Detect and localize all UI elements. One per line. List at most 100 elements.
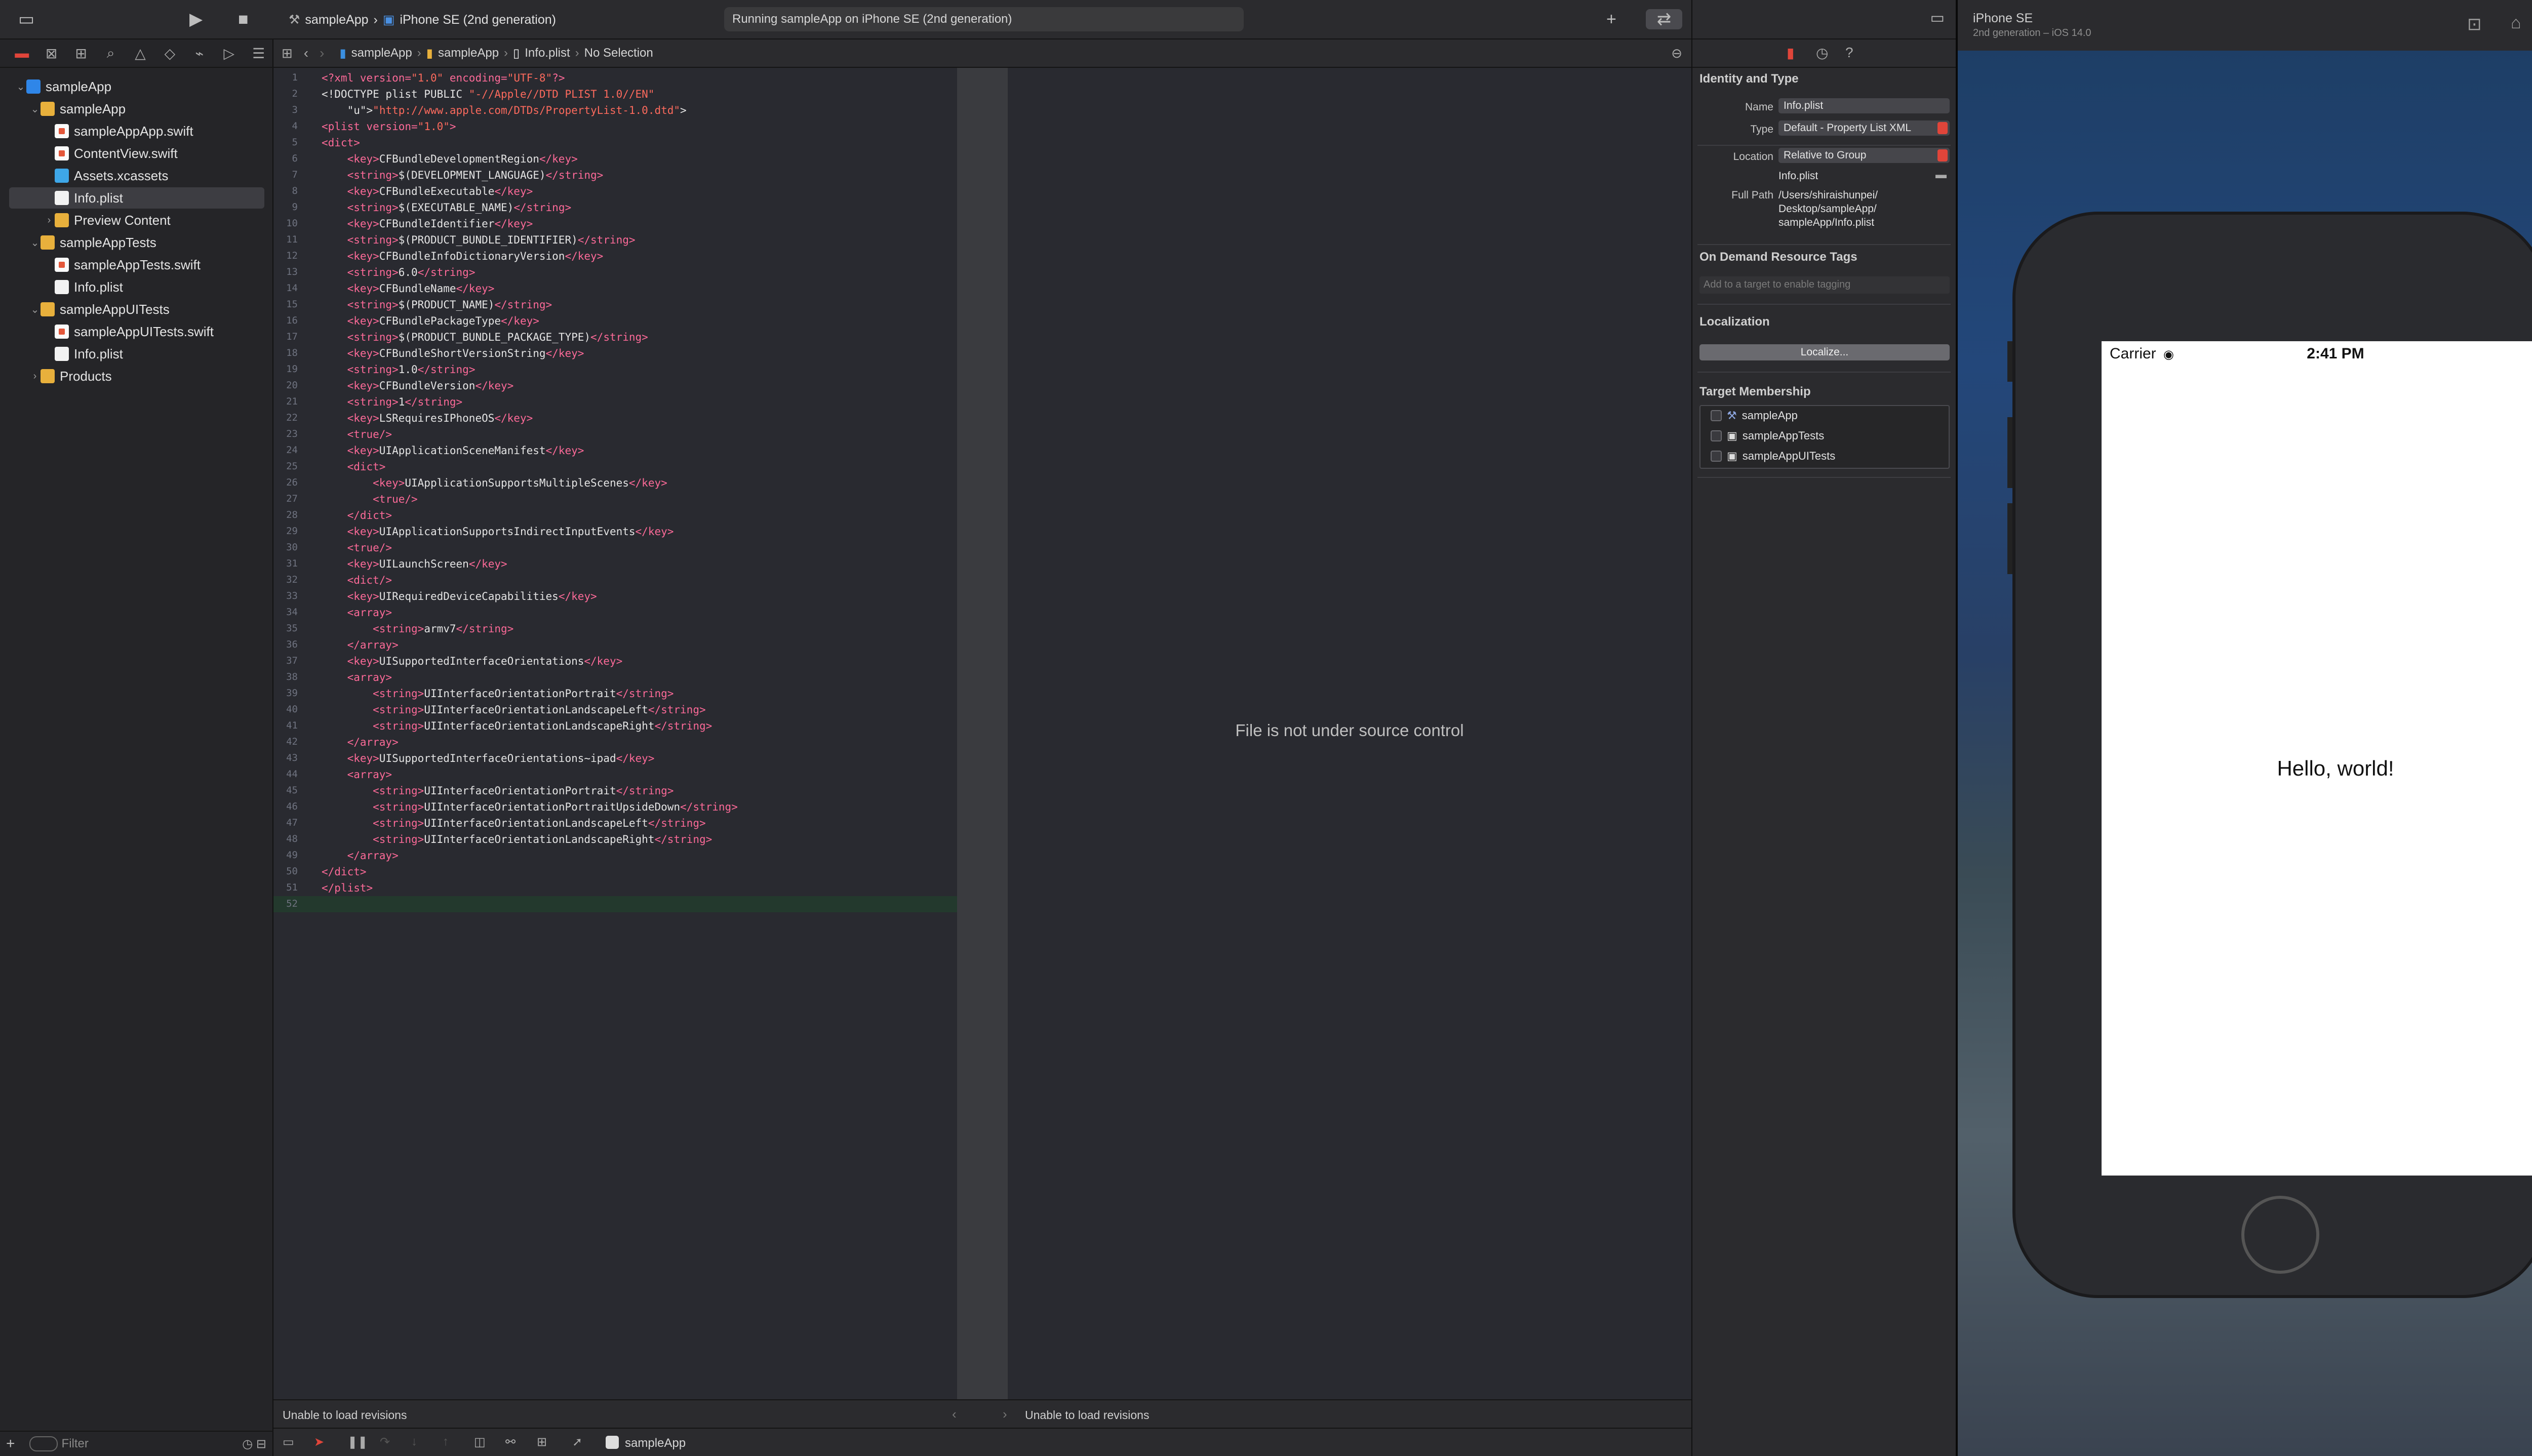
home-icon[interactable]: ⌂ <box>2511 13 2521 33</box>
code-line[interactable]: <string>UIInterfaceOrientationPortraitUp… <box>322 801 738 813</box>
chevron-right-icon[interactable]: › <box>44 215 55 226</box>
code-line[interactable]: <array> <box>322 671 392 683</box>
tree-item[interactable]: › Products <box>0 366 273 387</box>
code-line[interactable]: <key>UISupportedInterfaceOrientations~ip… <box>322 752 655 764</box>
code-line[interactable]: <string>UIInterfaceOrientationPortrait</… <box>322 785 674 797</box>
code-line[interactable]: <array> <box>322 769 392 781</box>
step-over-icon[interactable]: ↷ <box>380 1435 390 1449</box>
chevron-right-icon[interactable]: › <box>29 371 41 382</box>
step-out-icon[interactable]: ↑ <box>443 1435 449 1449</box>
tree-item[interactable]: Info.plist <box>0 276 273 298</box>
debug-icon[interactable]: ⌁ <box>185 45 214 62</box>
code-line[interactable]: <key>UISupportedInterfaceOrientations</k… <box>322 655 623 667</box>
localize-button[interactable]: Localize... <box>1699 344 1950 360</box>
screenshot-icon[interactable]: ⊡ <box>2467 14 2482 34</box>
tree-item[interactable]: ⌄ sampleAppUITests <box>0 299 273 320</box>
tree-item[interactable]: sampleAppApp.swift <box>0 120 273 142</box>
breakpoints-toggle-icon[interactable]: ➤ <box>314 1435 324 1449</box>
recent-files-icon[interactable]: ◷ ⊟ <box>242 1437 266 1451</box>
hide-debug-area-icon[interactable]: ▭ <box>283 1435 294 1449</box>
code-line[interactable]: <true/> <box>322 428 392 440</box>
code-line[interactable]: <dict> <box>322 461 386 473</box>
filter-input[interactable]: Filter <box>62 1437 89 1451</box>
code-line[interactable]: <string>UIInterfaceOrientationLandscapeL… <box>322 704 705 716</box>
code-line[interactable]: <key>UILaunchScreen</key> <box>322 558 507 570</box>
breadcrumb-group[interactable]: sampleApp <box>438 46 499 60</box>
code-line[interactable]: <string>$(EXECUTABLE_NAME)</string> <box>322 201 572 214</box>
code-review-icon[interactable]: ⇄ <box>1646 9 1682 29</box>
breakpoint-icon[interactable]: ▷ <box>214 45 244 62</box>
code-line[interactable]: <key>UIApplicationSupportsMultipleScenes… <box>322 477 667 489</box>
tree-item[interactable]: Info.plist <box>9 187 264 209</box>
tree-item[interactable]: ⌄ sampleAppTests <box>0 232 273 253</box>
folder-icon[interactable]: ▬ <box>7 45 36 61</box>
stop-button[interactable]: ■ <box>238 9 249 29</box>
search-icon[interactable]: ⌕ <box>96 45 125 62</box>
code-line[interactable]: <string>UIInterfaceOrientationPortrait</… <box>322 687 674 700</box>
memory-graph-icon[interactable]: ⚯ <box>505 1435 516 1449</box>
symbol-icon[interactable]: ⊞ <box>66 45 96 62</box>
tree-item[interactable]: sampleAppUITests.swift <box>0 321 273 342</box>
previous-revision-icon[interactable]: ‹ <box>952 1406 957 1422</box>
target-row[interactable]: ▣ sampleAppUITests <box>1711 450 1835 463</box>
code-line[interactable]: <key>CFBundleShortVersionString</key> <box>322 347 584 359</box>
code-line[interactable]: <string>6.0</string> <box>322 266 476 278</box>
type-select[interactable]: Default - Property List XML <box>1778 120 1950 136</box>
code-line[interactable]: <string>1.0</string> <box>322 363 476 376</box>
inspector-toggle-icon[interactable]: ▭ <box>1930 9 1945 27</box>
code-line[interactable]: <dict/> <box>322 574 392 586</box>
code-line[interactable]: <string>UIInterfaceOrientationLandscapeR… <box>322 833 712 845</box>
pause-icon[interactable]: ❚❚ <box>347 1435 368 1449</box>
help-icon[interactable]: ? <box>1845 45 1853 61</box>
target-row[interactable]: ⚒ sampleApp <box>1711 409 1798 422</box>
code-line[interactable]: </plist> <box>322 882 373 894</box>
chevron-down-icon[interactable]: ⌄ <box>15 80 26 93</box>
tree-item[interactable]: Assets.xcassets <box>0 165 273 186</box>
name-field[interactable]: Info.plist <box>1778 98 1950 113</box>
code-line[interactable]: <true/> <box>322 542 392 554</box>
code-line[interactable]: </array> <box>322 850 399 862</box>
source-editor[interactable]: 1 2 3 4 5 6 7 8 9 10 11 12 13 14 15 16 17 18 19 20 21 22 23 24 2… <box>273 68 957 1399</box>
code-line[interactable]: <string>1</string> <box>322 396 463 408</box>
code-line[interactable]: <key>CFBundleIdentifier</key> <box>322 218 533 230</box>
code-line[interactable]: <key>CFBundleExecutable</key> <box>322 185 533 197</box>
chevron-down-icon[interactable]: ⌄ <box>29 103 41 115</box>
tree-item[interactable]: ContentView.swift <box>0 143 273 164</box>
step-in-icon[interactable]: ↓ <box>411 1435 417 1449</box>
code-line[interactable]: </dict> <box>322 509 392 521</box>
breadcrumb-selection[interactable]: No Selection <box>584 46 653 60</box>
code-line[interactable]: <string>$(PRODUCT_BUNDLE_IDENTIFIER)</st… <box>322 234 636 246</box>
forward-icon[interactable]: › <box>320 45 324 61</box>
next-revision-icon[interactable]: › <box>1003 1406 1007 1422</box>
simulate-location-icon[interactable]: ➚ <box>572 1435 582 1449</box>
code-line[interactable]: <key>CFBundleInfoDictionaryVersion</key> <box>322 250 604 262</box>
odr-tags-field[interactable]: Add to a target to enable tagging <box>1699 276 1950 294</box>
code-line[interactable]: <key>UIApplicationSupportsIndirectInputE… <box>322 525 674 538</box>
code-line[interactable]: <key>CFBundlePackageType</key> <box>322 315 539 327</box>
code-line[interactable]: <key>UIApplicationSceneManifest</key> <box>322 444 584 457</box>
history-icon[interactable]: ◷ <box>1816 45 1828 61</box>
add-icon[interactable]: + <box>6 1435 15 1452</box>
code-line[interactable]: <!DOCTYPE plist PUBLIC "-//Apple//DTD PL… <box>322 88 654 100</box>
report-icon[interactable]: ☰ <box>244 45 273 62</box>
sidebar-toggle-icon[interactable]: ▭ <box>18 9 34 29</box>
code-line[interactable]: <key>CFBundleDevelopmentRegion</key> <box>322 153 578 165</box>
code-line[interactable]: <key>CFBundleVersion</key> <box>322 380 514 392</box>
tree-item[interactable]: › Preview Content <box>0 210 273 231</box>
code-line[interactable]: </array> <box>322 736 399 748</box>
code-line[interactable]: </array> <box>322 639 399 651</box>
tree-item[interactable]: ⌄ sampleApp <box>0 76 273 97</box>
environment-overrides-icon[interactable]: ⊞ <box>537 1435 547 1449</box>
back-icon[interactable]: ‹ <box>304 45 308 61</box>
tree-item[interactable]: Info.plist <box>0 343 273 365</box>
test-icon[interactable]: ◇ <box>155 45 184 62</box>
code-line[interactable]: <key>UIRequiredDeviceCapabilities</key> <box>322 590 597 602</box>
target-row[interactable]: ▣ sampleAppTests <box>1711 429 1824 442</box>
folder-icon[interactable]: ▬ <box>1935 168 1947 181</box>
checkbox[interactable] <box>1711 410 1722 421</box>
code-line[interactable]: <string>$(DEVELOPMENT_LANGUAGE)</string> <box>322 169 604 181</box>
source-control-icon[interactable]: ⊠ <box>36 45 66 62</box>
code-line[interactable]: <dict> <box>322 137 360 149</box>
chevron-down-icon[interactable]: ⌄ <box>29 236 41 249</box>
tree-item[interactable]: ⌄ sampleApp <box>0 98 273 119</box>
